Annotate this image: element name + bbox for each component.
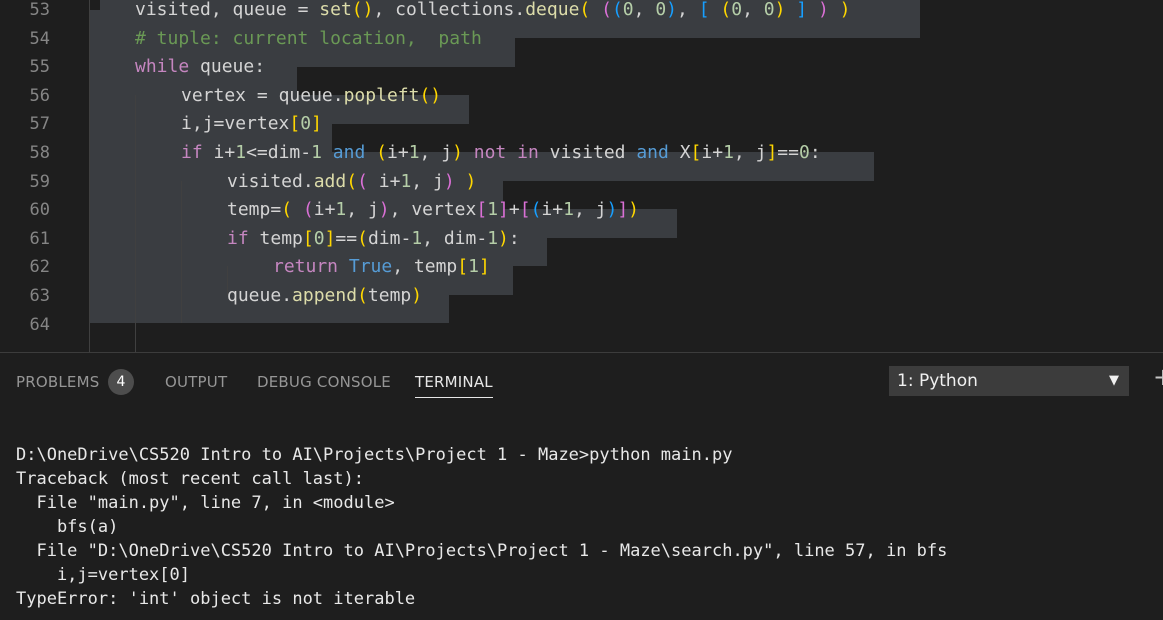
terminal-select-value: 1: Python	[897, 371, 978, 391]
chevron-down-icon: ▼	[1109, 373, 1119, 388]
code-line-53[interactable]: visited, queue = set(), collections.dequ…	[135, 0, 851, 25]
code-line-57[interactable]: i,j=vertex[0]	[181, 110, 322, 139]
add-terminal-button[interactable]: +	[1153, 363, 1163, 391]
line-number: 54	[29, 28, 50, 49]
code-line-59[interactable]: visited.add(( i+1, j) )	[227, 168, 476, 197]
code-line-58[interactable]: if i+1<=dim-1 and (i+1, j) not in visite…	[181, 139, 821, 168]
problems-count-badge: 4	[108, 369, 134, 395]
terminal-line: i,j=vertex[0]	[16, 565, 190, 585]
line-number: 57	[29, 114, 50, 135]
code-editor[interactable]: 53 54 55 56 57 58 59 60 61 62 63 64 visi…	[0, 0, 1163, 352]
indent-guide	[135, 95, 136, 352]
tab-output[interactable]: OUTPUT	[165, 373, 227, 391]
line-number: 56	[29, 85, 50, 106]
line-number: 64	[29, 314, 50, 335]
indent-guide	[181, 181, 182, 323]
terminal-line: TypeError: 'int' object is not iterable	[16, 589, 416, 609]
code-line-54[interactable]: # tuple: current location, path	[135, 25, 482, 54]
bottom-panel: PROBLEMS 4 OUTPUT DEBUG CONSOLE TERMINAL…	[0, 352, 1163, 620]
terminal-line: D:\OneDrive\CS520 Intro to AI\Projects\P…	[16, 445, 733, 465]
line-number: 53	[29, 0, 50, 20]
terminal-line: File "main.py", line 7, in <module>	[16, 493, 395, 513]
tab-debug-console[interactable]: DEBUG CONSOLE	[257, 373, 391, 391]
terminal-line: File "D:\OneDrive\CS520 Intro to AI\Proj…	[16, 541, 948, 561]
line-number: 58	[29, 143, 50, 163]
line-number: 63	[29, 286, 50, 306]
line-number: 55	[29, 57, 50, 78]
terminal-line: bfs(a)	[16, 517, 119, 537]
indent-guide	[89, 0, 90, 352]
line-number: 59	[29, 171, 50, 192]
code-line-56[interactable]: vertex = queue.popleft()	[181, 82, 441, 111]
tab-terminal[interactable]: TERMINAL	[415, 373, 493, 398]
terminal-line: Traceback (most recent call last):	[16, 469, 364, 489]
tab-problems[interactable]: PROBLEMS	[16, 373, 99, 391]
code-line-61[interactable]: if temp[0]==(dim-1, dim-1):	[227, 225, 520, 254]
terminal-select[interactable]: 1: Python ▼	[889, 366, 1129, 396]
code-line-55[interactable]: while queue:	[135, 53, 265, 82]
code-line-63[interactable]: queue.append(temp)	[227, 282, 422, 311]
line-number: 62	[29, 257, 50, 278]
code-line-60[interactable]: temp=( (i+1, j), vertex[1]+[(i+1, j)])	[227, 196, 639, 225]
code-line-62[interactable]: return True, temp[1]	[273, 253, 490, 282]
line-number: 61	[29, 228, 50, 249]
line-number: 60	[29, 200, 50, 221]
